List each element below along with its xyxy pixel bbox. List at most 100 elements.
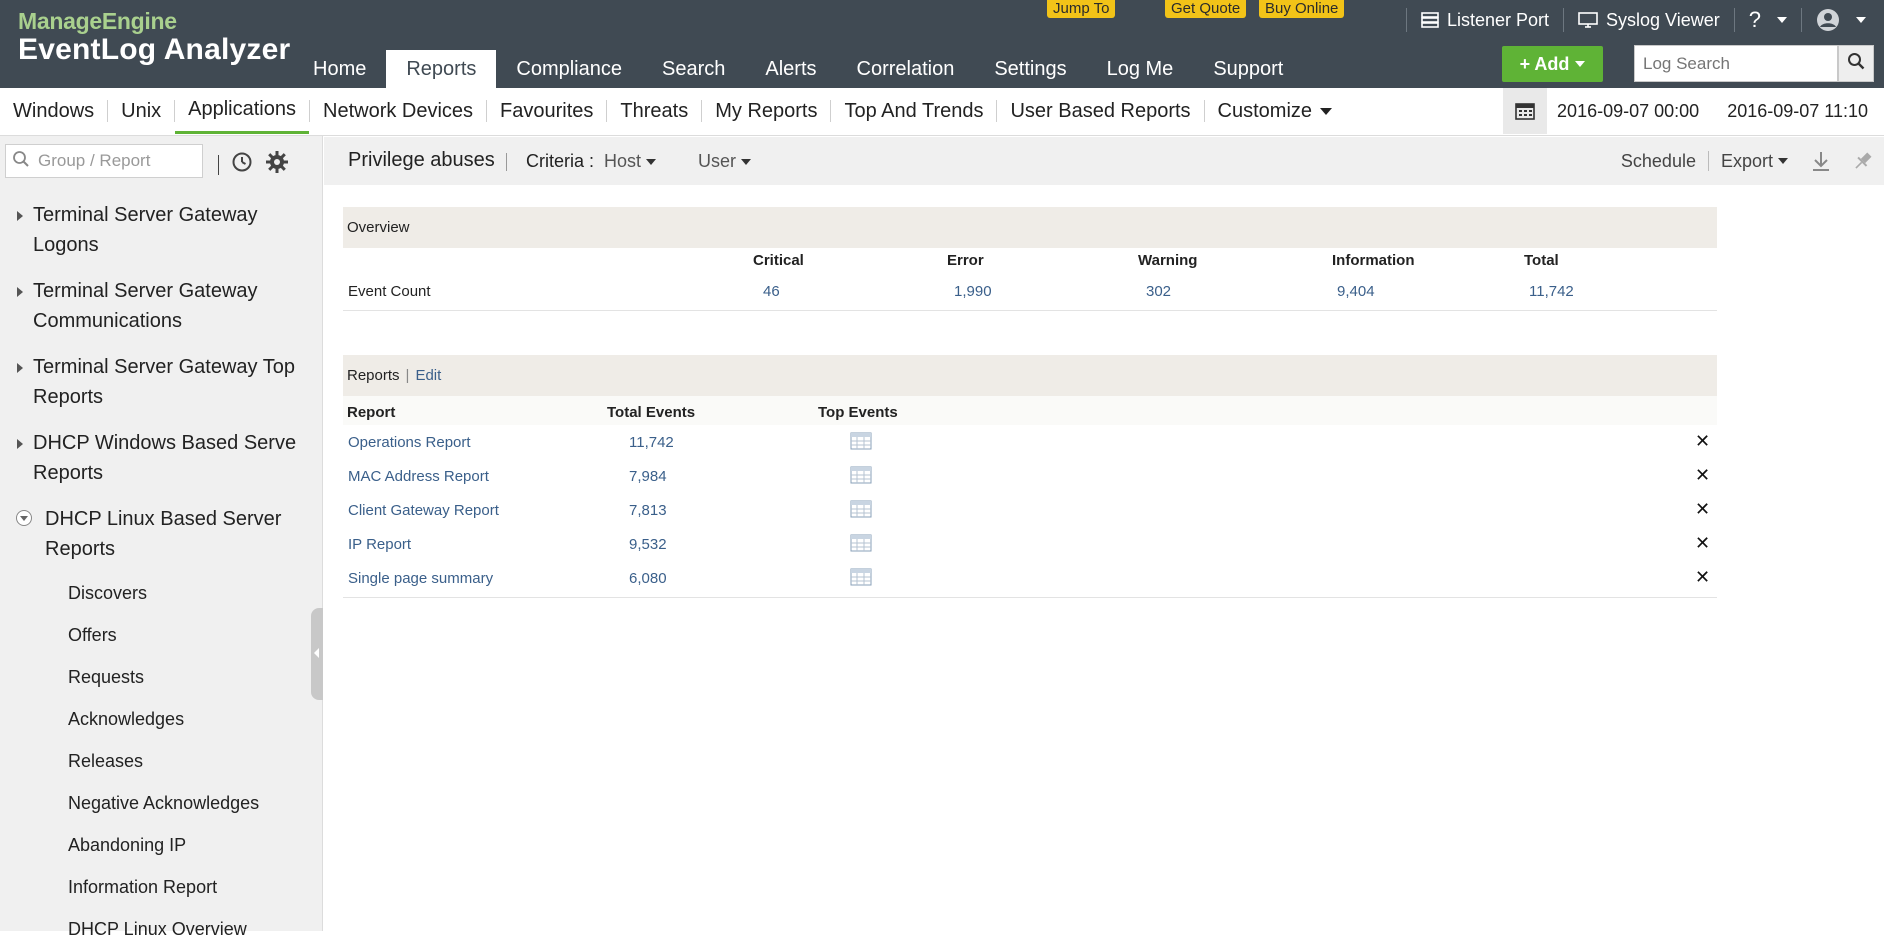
sidebar-group[interactable]: Terminal Server Gateway Top Reports bbox=[0, 344, 322, 420]
table-icon[interactable] bbox=[850, 466, 872, 488]
tab-home[interactable]: Home bbox=[293, 50, 386, 88]
report-link[interactable]: IP Report bbox=[348, 536, 411, 553]
criteria-user-label: User bbox=[698, 151, 737, 171]
sidebar-group[interactable]: Terminal Server Gateway Logons bbox=[0, 192, 322, 268]
report-toolbar: Privilege abuses Criteria : Host User Sc… bbox=[324, 137, 1884, 185]
subnav-favourites[interactable]: Favourites bbox=[487, 88, 606, 134]
group-report-search[interactable]: Group / Report bbox=[5, 144, 203, 178]
subnav-network-devices[interactable]: Network Devices bbox=[310, 88, 486, 134]
listener-port-link[interactable]: Listener Port bbox=[1421, 10, 1549, 31]
sidebar-item-negative-acknowledges[interactable]: Negative Acknowledges bbox=[0, 782, 322, 824]
help-menu[interactable]: ? bbox=[1749, 7, 1787, 33]
tab-reports[interactable]: Reports bbox=[386, 50, 497, 88]
subnav-unix[interactable]: Unix bbox=[108, 88, 174, 134]
subnav-applications[interactable]: Applications bbox=[175, 88, 309, 134]
table-icon[interactable] bbox=[850, 568, 872, 590]
tab-compliance[interactable]: Compliance bbox=[496, 50, 642, 88]
report-total[interactable]: 7,984 bbox=[629, 468, 667, 485]
criteria-host-dropdown[interactable]: Host bbox=[604, 151, 657, 172]
total-count[interactable]: 11,742 bbox=[1529, 283, 1574, 300]
report-link[interactable]: Operations Report bbox=[348, 434, 471, 451]
calendar-icon[interactable] bbox=[1503, 88, 1548, 134]
row-label: Event Count bbox=[348, 283, 431, 300]
reports-table-header: Report Total Events Top Events bbox=[343, 396, 1717, 425]
warning-count[interactable]: 302 bbox=[1146, 283, 1171, 300]
log-search-input[interactable] bbox=[1634, 45, 1838, 82]
sidebar-item-releases[interactable]: Releases bbox=[0, 740, 322, 782]
sidebar-item-requests[interactable]: Requests bbox=[0, 656, 322, 698]
subnav-user-based-reports[interactable]: User Based Reports bbox=[997, 88, 1203, 134]
table-icon[interactable] bbox=[850, 500, 872, 522]
date-range-picker[interactable]: 2016-09-07 00:00 2016-09-07 11:10 bbox=[1503, 88, 1884, 134]
subnav-top-and-trends[interactable]: Top And Trends bbox=[831, 88, 996, 134]
report-link[interactable]: Client Gateway Report bbox=[348, 502, 499, 519]
log-search-button[interactable] bbox=[1838, 45, 1874, 82]
close-icon[interactable]: ✕ bbox=[1695, 465, 1710, 486]
sidebar-item-acknowledges[interactable]: Acknowledges bbox=[0, 698, 322, 740]
collapse-icon bbox=[16, 510, 32, 526]
export-dropdown[interactable]: Export bbox=[1709, 151, 1800, 172]
column-header: Critical bbox=[753, 252, 804, 269]
subnav-windows[interactable]: Windows bbox=[0, 88, 107, 134]
jump-to-button[interactable]: Jump To bbox=[1047, 0, 1116, 18]
report-total[interactable]: 11,742 bbox=[629, 434, 674, 451]
subnav-my-reports[interactable]: My Reports bbox=[702, 88, 830, 134]
sidebar-collapse-handle[interactable] bbox=[311, 608, 323, 700]
criteria-user-dropdown[interactable]: User bbox=[698, 151, 752, 172]
report-total[interactable]: 7,813 bbox=[629, 502, 667, 519]
history-icon[interactable] bbox=[231, 151, 253, 178]
subnav-customize[interactable]: Customize bbox=[1205, 88, 1345, 134]
user-avatar-icon bbox=[1816, 8, 1840, 32]
sidebar-item-offers[interactable]: Offers bbox=[0, 614, 322, 656]
critical-count[interactable]: 46 bbox=[763, 283, 780, 300]
report-total[interactable]: 6,080 bbox=[629, 570, 667, 587]
app-logo[interactable]: ManageEngine EventLog Analyzer bbox=[18, 8, 290, 65]
search-icon bbox=[1847, 52, 1865, 75]
tab-log-me[interactable]: Log Me bbox=[1087, 50, 1194, 88]
schedule-button[interactable]: Schedule bbox=[1609, 151, 1708, 172]
sidebar-group[interactable]: Terminal Server Gateway Communications bbox=[0, 268, 322, 344]
table-icon[interactable] bbox=[850, 432, 872, 454]
sidebar-item-discovers[interactable]: Discovers bbox=[0, 572, 322, 614]
tab-alerts[interactable]: Alerts bbox=[745, 50, 836, 88]
tab-search[interactable]: Search bbox=[642, 50, 745, 88]
close-icon[interactable]: ✕ bbox=[1695, 499, 1710, 520]
edit-link[interactable]: Edit bbox=[415, 367, 441, 384]
close-icon[interactable]: ✕ bbox=[1695, 431, 1710, 452]
get-quote-button[interactable]: Get Quote bbox=[1165, 0, 1247, 18]
tab-correlation[interactable]: Correlation bbox=[837, 50, 975, 88]
report-link[interactable]: Single page summary bbox=[348, 570, 493, 587]
sidebar-item-information-report[interactable]: Information Report bbox=[0, 866, 322, 908]
column-header: Warning bbox=[1138, 252, 1198, 269]
close-icon[interactable]: ✕ bbox=[1695, 533, 1710, 554]
syslog-viewer-link[interactable]: Syslog Viewer bbox=[1578, 10, 1720, 31]
add-button[interactable]: + Add bbox=[1502, 46, 1603, 82]
sidebar-group-open[interactable]: DHCP Linux Based Server Reports bbox=[0, 496, 322, 572]
sidebar-item-dhcp-linux-overview[interactable]: DHCP Linux Overview bbox=[0, 908, 322, 950]
chevron-down-icon bbox=[646, 158, 657, 165]
caret-right-icon bbox=[17, 363, 23, 373]
report-link[interactable]: MAC Address Report bbox=[348, 468, 489, 485]
pin-icon[interactable] bbox=[1842, 150, 1884, 172]
information-count[interactable]: 9,404 bbox=[1337, 283, 1375, 300]
sidebar-group[interactable]: DHCP Windows Based Serve Reports bbox=[0, 420, 322, 496]
reports-panel-header: Reports | Edit bbox=[343, 355, 1717, 396]
error-count[interactable]: 1,990 bbox=[954, 283, 992, 300]
gear-icon[interactable] bbox=[265, 150, 289, 179]
tab-support[interactable]: Support bbox=[1193, 50, 1303, 88]
user-menu[interactable] bbox=[1816, 8, 1866, 32]
subnav-threats[interactable]: Threats bbox=[607, 88, 701, 134]
table-row: Event Count 46 1,990 302 9,404 11,742 bbox=[343, 275, 1717, 307]
sidebar-item-abandoning-ip[interactable]: Abandoning IP bbox=[0, 824, 322, 866]
tab-settings[interactable]: Settings bbox=[974, 50, 1086, 88]
date-range-text[interactable]: 2016-09-07 00:00 2016-09-07 11:10 bbox=[1547, 88, 1884, 134]
top-header: ManageEngine EventLog Analyzer Jump To G… bbox=[0, 0, 1884, 88]
table-icon[interactable] bbox=[850, 534, 872, 556]
table-row: Single page summary 6,080 ✕ bbox=[343, 561, 1717, 595]
close-icon[interactable]: ✕ bbox=[1695, 567, 1710, 588]
brand-name: ManageEngine bbox=[18, 8, 177, 34]
customize-label: Customize bbox=[1217, 100, 1313, 122]
buy-online-button[interactable]: Buy Online bbox=[1259, 0, 1345, 18]
report-total[interactable]: 9,532 bbox=[629, 536, 667, 553]
download-icon[interactable] bbox=[1800, 150, 1842, 172]
